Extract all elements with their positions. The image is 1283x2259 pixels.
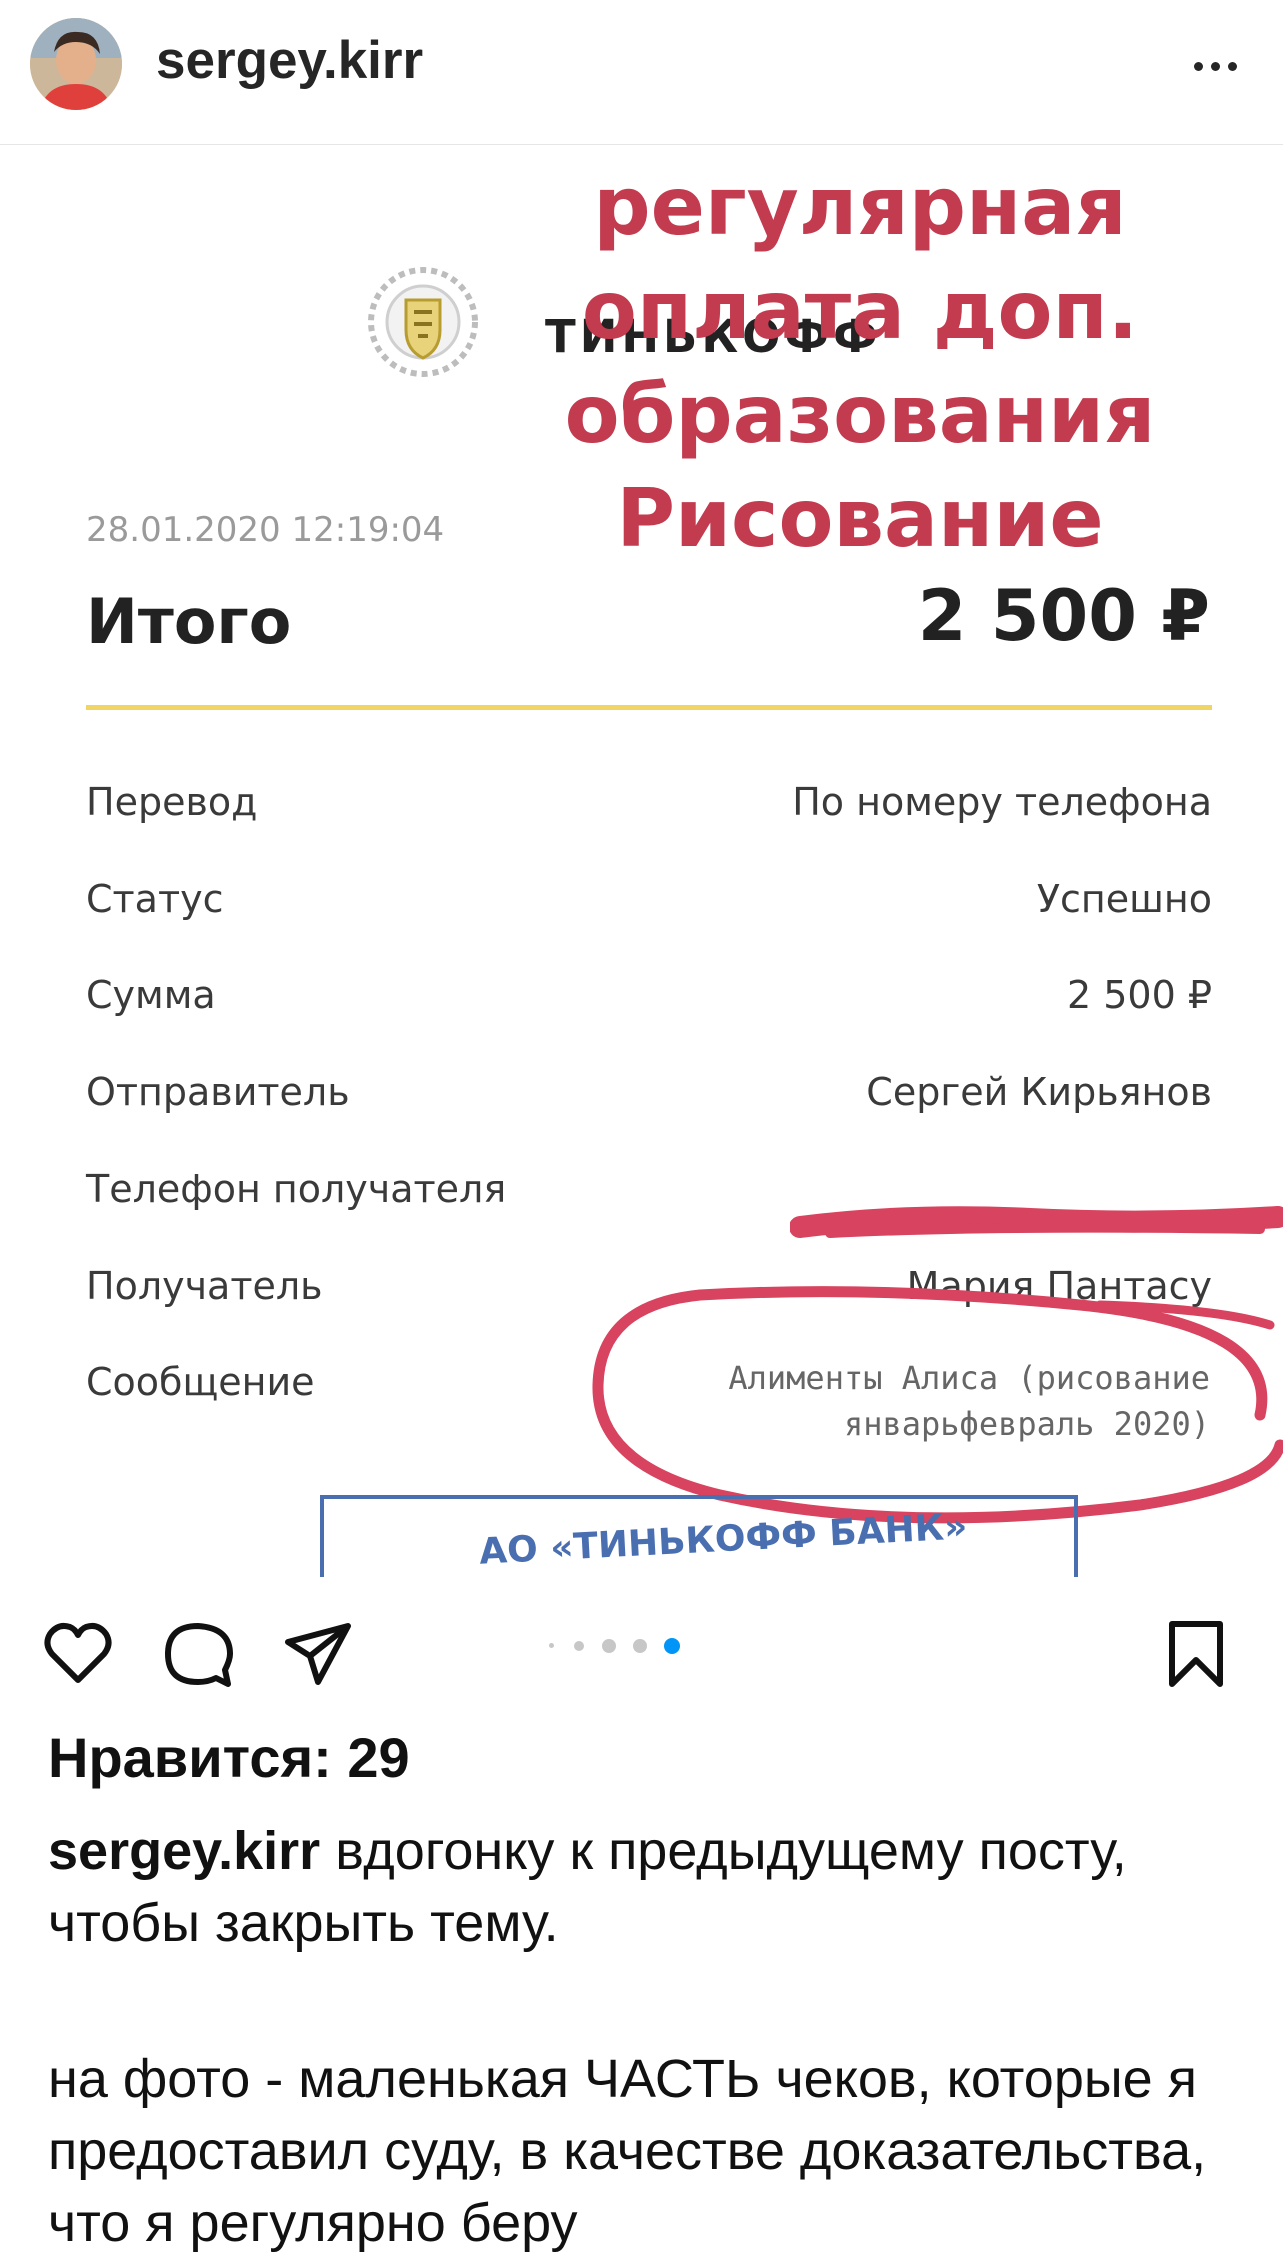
more-options-icon[interactable] bbox=[1186, 46, 1246, 86]
receipt-row: Перевод По номеру телефона bbox=[86, 780, 1212, 832]
comment-icon[interactable] bbox=[162, 1618, 234, 1690]
likes-count[interactable]: Нравится: 29 bbox=[48, 1725, 410, 1790]
row-label: Перевод bbox=[86, 780, 258, 824]
row-value: Сергей Кирьянов bbox=[866, 1070, 1212, 1114]
receipt-row: Сумма 2 500 ₽ bbox=[86, 973, 1212, 1025]
heart-icon[interactable] bbox=[42, 1618, 114, 1690]
carousel-dot bbox=[574, 1641, 584, 1651]
avatar-image bbox=[30, 18, 122, 110]
receipt-divider bbox=[86, 705, 1212, 710]
bank-stamp-text: АО «ТИНЬКОФФ БАНК» bbox=[478, 1506, 969, 1573]
post-caption: sergey.kirr вдогонку к предыдущему посту… bbox=[48, 1815, 1248, 2259]
carousel-dot bbox=[549, 1643, 554, 1648]
annotation-text: регулярная оплата доп. образования Рисов… bbox=[560, 155, 1160, 571]
send-icon[interactable] bbox=[282, 1618, 354, 1690]
row-label: Статус bbox=[86, 877, 224, 921]
annotation-line: образования bbox=[564, 368, 1156, 461]
carousel-dot-active bbox=[664, 1638, 680, 1654]
row-label: Отправитель bbox=[86, 1070, 350, 1114]
receipt-row: Статус Успешно bbox=[86, 877, 1212, 929]
post-author-username[interactable]: sergey.kirr bbox=[156, 30, 423, 91]
carousel-dot bbox=[602, 1639, 616, 1653]
caption-text-continued: на фото - маленькая ЧАСТЬ чеков, которые… bbox=[48, 2049, 1207, 2253]
post-image-receipt[interactable]: ТИНЬКОФФ регулярная оплата доп. образова… bbox=[0, 145, 1283, 1577]
bank-stamp: АО «ТИНЬКОФФ БАНК» bbox=[320, 1495, 1078, 1577]
post-header: sergey.kirr bbox=[0, 0, 1283, 145]
bank-logo-icon bbox=[368, 267, 478, 377]
receipt-total-value: 2 500 ₽ bbox=[917, 575, 1210, 657]
annotation-line: регулярная bbox=[593, 160, 1127, 253]
carousel-dot bbox=[633, 1639, 647, 1653]
receipt-date: 28.01.2020 12:19:04 bbox=[86, 510, 445, 550]
row-label: Сумма bbox=[86, 973, 216, 1017]
row-value: Успешно bbox=[1036, 877, 1212, 921]
caption-username[interactable]: sergey.kirr bbox=[48, 1821, 320, 1881]
row-label: Телефон получателя bbox=[86, 1167, 507, 1211]
annotation-line: Рисование bbox=[616, 472, 1104, 565]
avatar[interactable] bbox=[30, 18, 122, 110]
receipt-total-label: Итого bbox=[86, 585, 292, 658]
row-label: Получатель bbox=[86, 1264, 323, 1308]
row-label: Сообщение bbox=[86, 1360, 315, 1404]
bookmark-icon[interactable] bbox=[1160, 1618, 1232, 1690]
redaction-scribble bbox=[790, 1206, 1283, 1238]
annotation-line: оплата доп. bbox=[581, 264, 1139, 357]
row-value: 2 500 ₽ bbox=[1066, 973, 1212, 1017]
row-value: По номеру телефона bbox=[792, 780, 1212, 824]
receipt-row: Отправитель Сергей Кирьянов bbox=[86, 1070, 1212, 1122]
